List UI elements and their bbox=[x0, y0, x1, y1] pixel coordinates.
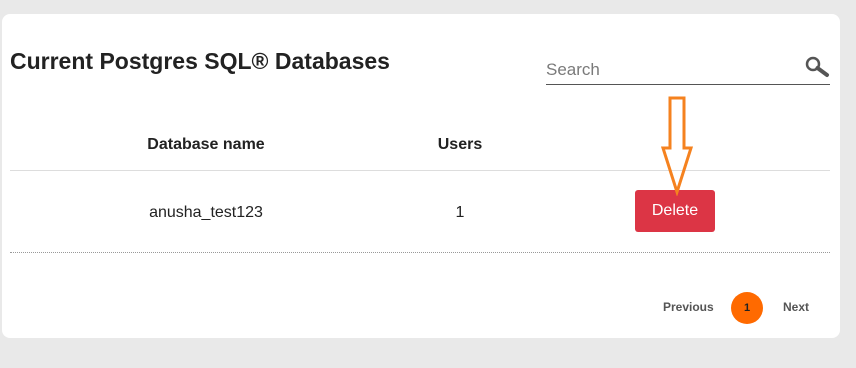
search-icon[interactable] bbox=[804, 56, 830, 78]
pagination-next-button[interactable]: Next bbox=[783, 300, 809, 314]
column-header-users: Users bbox=[437, 136, 483, 153]
search-input[interactable] bbox=[546, 58, 786, 82]
delete-button[interactable]: Delete bbox=[635, 190, 715, 232]
table-header-divider bbox=[10, 170, 830, 171]
column-header-database-name: Database name bbox=[147, 136, 265, 153]
annotation-arrow-icon bbox=[660, 96, 694, 196]
search-box bbox=[546, 56, 830, 85]
table-row-divider bbox=[10, 252, 830, 253]
users-count-cell: 1 bbox=[455, 204, 465, 221]
pagination-previous-button[interactable]: Previous bbox=[663, 300, 714, 314]
database-name-cell: anusha_test123 bbox=[149, 204, 263, 221]
page-title: Current Postgres SQL® Databases bbox=[10, 48, 390, 74]
pagination-page-button[interactable]: 1 bbox=[731, 292, 763, 324]
